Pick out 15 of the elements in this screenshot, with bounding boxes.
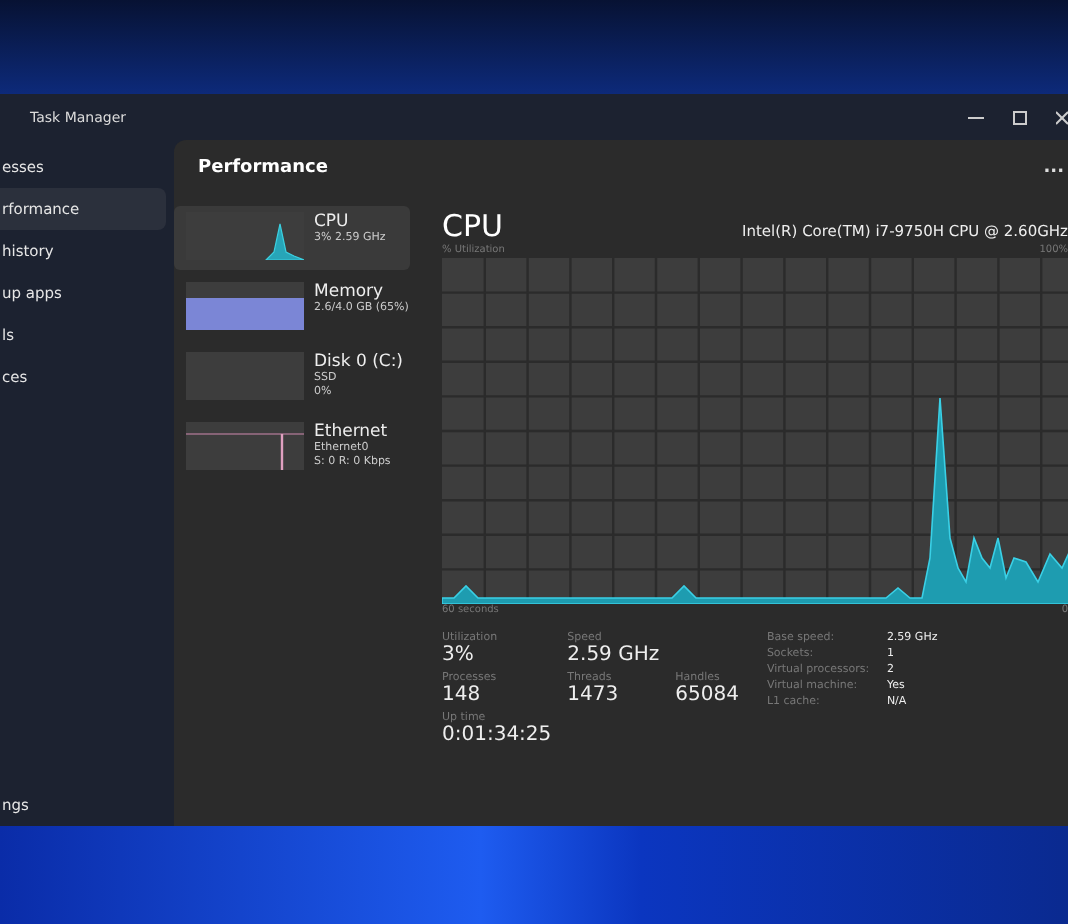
stat-value: 65084 bbox=[675, 684, 739, 706]
device-name: CPU bbox=[314, 212, 349, 232]
close-icon[interactable] bbox=[1056, 109, 1068, 125]
stat-value: 1473 bbox=[567, 684, 621, 706]
device-name: Disk 0 (C:) bbox=[314, 352, 404, 372]
more-button[interactable]: ... bbox=[1043, 158, 1068, 178]
stat-value: 0:01:34:25 bbox=[442, 724, 552, 746]
page-title: Performance bbox=[198, 158, 330, 178]
maximize-icon[interactable] bbox=[1012, 109, 1028, 125]
stat-value: 2.59 GHz bbox=[567, 644, 660, 666]
stat-value: 3% bbox=[442, 644, 476, 666]
device-name: Memory bbox=[314, 282, 384, 302]
device-name: Ethernet bbox=[314, 422, 390, 442]
stat-value: 148 bbox=[442, 684, 483, 706]
detail-title: CPU bbox=[442, 208, 503, 244]
